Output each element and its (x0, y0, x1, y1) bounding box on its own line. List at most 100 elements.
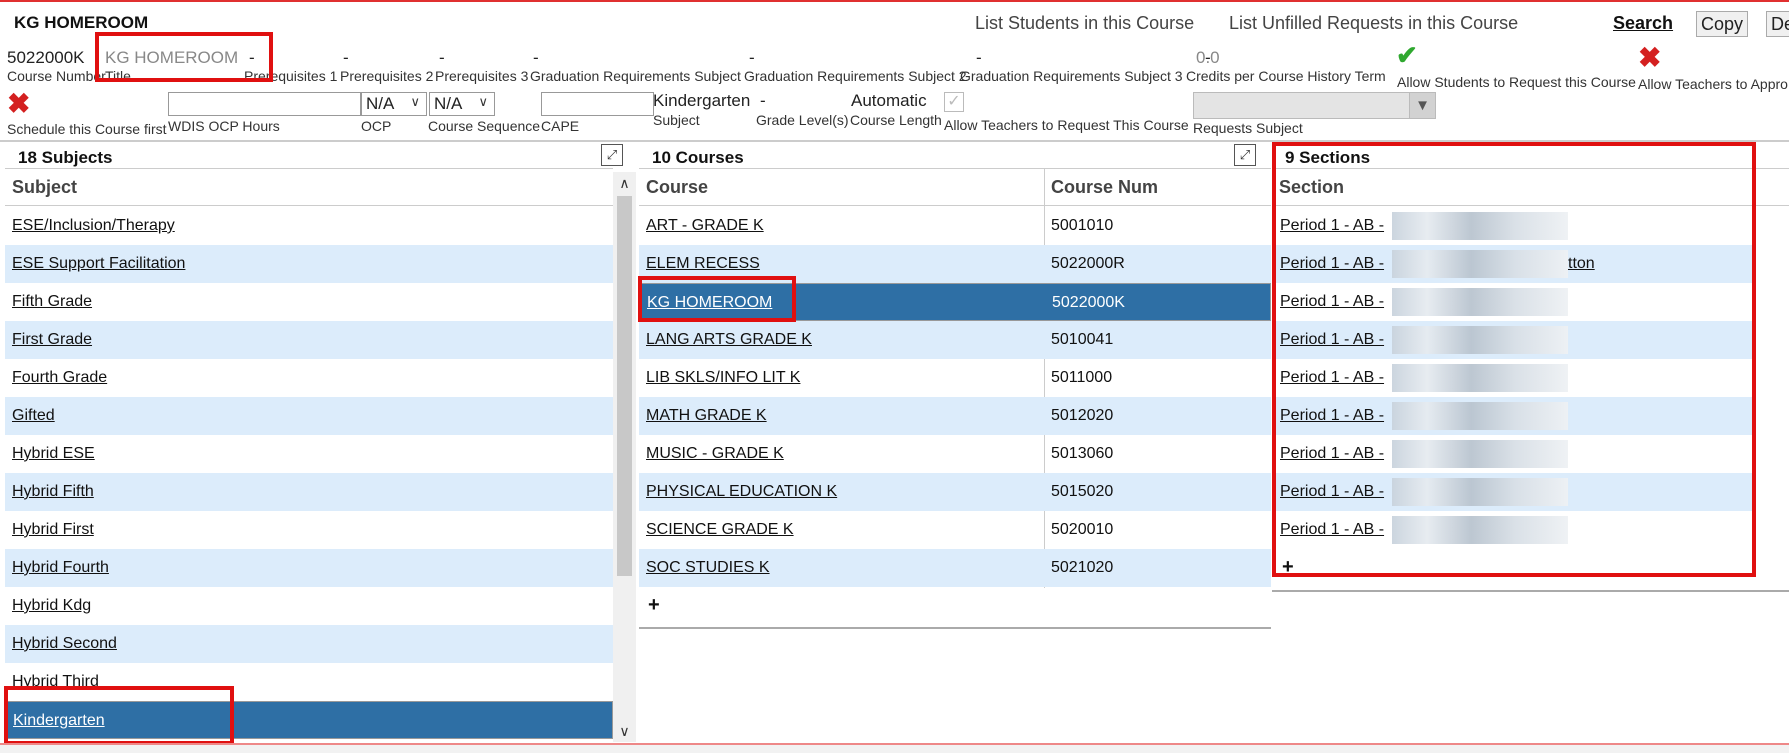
wdis-ocp-hours-input[interactable] (168, 92, 361, 116)
course-sequence-label: Course Sequence (428, 118, 541, 134)
course-row[interactable]: PHYSICAL EDUCATION K 5015020 (639, 473, 1271, 511)
course-name-link[interactable]: LIB SKLS/INFO LIT K (646, 369, 800, 387)
x-icon[interactable]: ✖ (7, 90, 30, 118)
list-unfilled-requests-link[interactable]: List Unfilled Requests in this Course (1229, 13, 1518, 34)
annotation-box-subject (4, 686, 234, 745)
chevron-down-icon[interactable]: ∨ (613, 720, 636, 742)
course-num-column-header[interactable]: Course Num (1044, 168, 1271, 206)
course-name-link[interactable]: MATH GRADE K (646, 407, 767, 425)
course-name-link[interactable]: SOC STUDIES K (646, 559, 770, 577)
copy-button[interactable]: Copy (1696, 11, 1749, 37)
course-row[interactable]: MATH GRADE K 5012020 (639, 397, 1271, 435)
subject-row[interactable]: Hybrid Fifth (5, 473, 613, 511)
subject-link[interactable]: Hybrid Second (12, 635, 117, 653)
subject-link[interactable]: ESE Support Facilitation (12, 255, 185, 273)
annotation-box-title (95, 32, 273, 82)
delete-button[interactable]: De (1766, 11, 1789, 37)
subject-row[interactable]: Hybrid Kdg (5, 587, 613, 625)
subject-link[interactable]: Fourth Grade (12, 369, 107, 387)
subject-row[interactable]: Fifth Grade (5, 283, 613, 321)
prereq2-label: Prerequisites 2 (340, 68, 434, 84)
courses-bottom-border (639, 627, 1271, 629)
credits-label: Credits per Course History Term (1186, 68, 1386, 84)
course-name-link[interactable]: PHYSICAL EDUCATION K (646, 483, 837, 501)
subject-link[interactable]: Gifted (12, 407, 55, 425)
subject-row[interactable]: Hybrid ESE (5, 435, 613, 473)
subject-link[interactable]: Hybrid ESE (12, 445, 95, 463)
subject-row[interactable]: ESE Support Facilitation (5, 245, 613, 283)
subject-row[interactable]: Fourth Grade (5, 359, 613, 397)
course-name-link[interactable]: SCIENCE GRADE K (646, 521, 794, 539)
subject-link[interactable]: Hybrid Fourth (12, 559, 109, 577)
allow-teachers-request-label: Allow Teachers to Request This Course (944, 117, 1189, 133)
course-num: 5021020 (1051, 559, 1114, 576)
subject-link[interactable]: First Grade (12, 331, 92, 349)
prereq3-label: Prerequisites 3 (435, 68, 529, 84)
course-row[interactable]: SCIENCE GRADE K 5020010 (639, 511, 1271, 549)
grade-levels-label: Grade Level(s) (756, 112, 849, 128)
subject-link[interactable]: Hybrid Fifth (12, 483, 94, 501)
add-course-button[interactable]: + (648, 594, 660, 617)
course-num: 5020010 (1051, 521, 1114, 538)
subject-link[interactable]: Hybrid First (12, 521, 94, 539)
course-sequence-value: N/A (434, 94, 463, 113)
course-row[interactable]: LIB SKLS/INFO LIT K 5011000 (639, 359, 1271, 397)
course-sequence-select[interactable]: N/A ∨ (429, 92, 495, 116)
course-name-link[interactable]: ELEM RECESS (646, 255, 760, 273)
ocp-select[interactable]: N/A ∨ (361, 92, 427, 116)
expand-icon[interactable]: ⤢ (601, 144, 623, 166)
course-num: 5012020 (1051, 407, 1114, 424)
annotation-box-course (638, 276, 796, 322)
subject-row[interactable]: First Grade (5, 321, 613, 359)
course-row[interactable]: LANG ARTS GRADE K 5010041 (639, 321, 1271, 359)
subject-row[interactable]: Hybrid Second (5, 625, 613, 663)
subject-link[interactable]: Hybrid Kdg (12, 597, 91, 615)
x-icon[interactable]: ✖ (1638, 44, 1661, 72)
course-num: 5022000R (1051, 255, 1125, 272)
grade-levels-value[interactable]: - (760, 91, 766, 111)
subject-row[interactable]: Gifted (5, 397, 613, 435)
course-row[interactable]: MUSIC - GRADE K 5013060 (639, 435, 1271, 473)
course-length-value[interactable]: Automatic (851, 91, 927, 111)
prereq1-value[interactable]: - (343, 48, 349, 68)
chevron-down-icon: ∨ (410, 94, 420, 109)
grad-req-subject-label: Graduation Requirements Subject (530, 68, 741, 84)
course-num: 5001010 (1051, 217, 1114, 234)
grad-req-subject-value[interactable]: - (749, 48, 755, 68)
prereq2-value[interactable]: - (439, 48, 445, 68)
course-name-link[interactable]: MUSIC - GRADE K (646, 445, 784, 463)
subject-value[interactable]: Kindergarten (653, 91, 750, 111)
subject-row[interactable]: Hybrid First (5, 511, 613, 549)
prereq3-value[interactable]: - (533, 48, 539, 68)
subject-row[interactable]: ESE/Inclusion/Therapy (5, 207, 613, 245)
requests-subject-label: Requests Subject (1193, 120, 1303, 136)
course-name-link[interactable]: ART - GRADE K (646, 217, 764, 235)
list-students-link[interactable]: List Students in this Course (975, 13, 1194, 34)
search-link[interactable]: Search (1613, 13, 1673, 34)
allow-teachers-approve-label: Allow Teachers to Appro (1638, 76, 1788, 92)
course-num: 5011000 (1051, 369, 1113, 386)
course-column-header[interactable]: Course (639, 168, 1044, 206)
subject-link[interactable]: Fifth Grade (12, 293, 92, 311)
bottom-scrollbar[interactable] (0, 745, 1789, 753)
courses-panel-title: 10 Courses (652, 148, 744, 167)
check-icon[interactable]: ✔ (1396, 40, 1418, 71)
credits-value[interactable]: 0.0 (1196, 48, 1220, 68)
requests-subject-select[interactable]: ▼ (1193, 92, 1436, 119)
subject-row[interactable]: Hybrid Fourth (5, 549, 613, 587)
subject-link[interactable]: ESE/Inclusion/Therapy (12, 217, 175, 235)
course-num: 5015020 (1051, 483, 1114, 500)
course-row[interactable]: SOC STUDIES K 5021020 (639, 549, 1271, 587)
allow-teachers-request-checkbox[interactable]: ✓ (944, 92, 964, 112)
expand-icon[interactable]: ⤢ (1234, 144, 1256, 166)
scrollbar-thumb[interactable] (617, 196, 632, 576)
subjects-panel-title: 18 Subjects (18, 148, 113, 167)
grad-req-subject2-value[interactable]: - (976, 48, 982, 68)
course-row[interactable]: ART - GRADE K 5001010 (639, 207, 1271, 245)
cape-input[interactable] (541, 92, 654, 116)
course-name-link[interactable]: LANG ARTS GRADE K (646, 331, 812, 349)
course-number-value[interactable]: 5022000K (7, 48, 85, 68)
chevron-up-icon[interactable]: ∧ (613, 172, 636, 194)
subjects-scrollbar[interactable]: ∧ ∨ (613, 172, 636, 742)
subject-column-header[interactable]: Subject (5, 168, 613, 206)
